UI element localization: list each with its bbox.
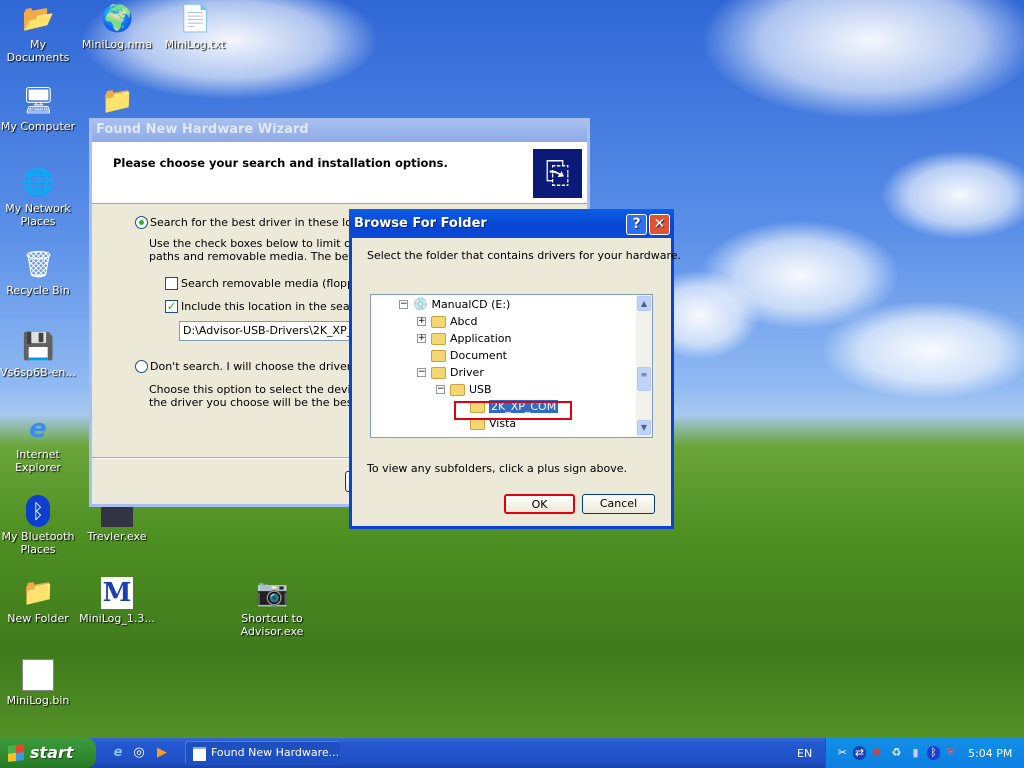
desktop-icon-minilog-installer[interactable]: M MiniLog_1.3... <box>79 577 155 625</box>
scroll-up-arrow-icon[interactable]: ▲ <box>637 296 651 311</box>
media-player-quicklaunch-icon[interactable]: ▶ <box>154 745 170 761</box>
browse-for-folder-dialog: Browse For Folder ? ✕ Select the folder … <box>349 209 681 529</box>
ok-button[interactable]: OK <box>504 494 575 514</box>
desktop-icon-minilog-nma[interactable]: 🌍 MiniLog.nma <box>79 3 155 51</box>
tree-item-abcd[interactable]: + Abcd <box>417 314 478 330</box>
network-icon: 🌐 <box>22 168 55 198</box>
desktop-icon-my-network-places[interactable]: 🌐 My Network Places <box>0 167 76 228</box>
tree-item-application[interactable]: + Application <box>417 331 511 347</box>
help-icon: ? <box>632 216 641 232</box>
my-documents-icon: 📂 <box>22 4 55 34</box>
desktop-icon-minilog-bin[interactable]: ▦ MiniLog.bin <box>0 659 76 707</box>
bin-file-icon: ▦ <box>22 659 54 691</box>
close-button[interactable]: ✕ <box>649 214 670 235</box>
minilog-icon: M <box>101 577 133 609</box>
wizard-heading: Please choose your search and installati… <box>113 156 448 170</box>
wizard-title-bar[interactable]: Found New Hardware Wizard <box>92 118 587 142</box>
camera-icon: 📷 <box>256 578 289 608</box>
desktop-icon-folder[interactable]: 📁 <box>79 85 155 120</box>
disconnected-tray-icon[interactable]: ✖ <box>870 746 883 760</box>
desktop-icon-new-folder[interactable]: 📁 New Folder <box>0 577 76 625</box>
system-tray: ✂ ⇄ ✖ ♻ ▮ ᛒ ⛨ 5:04 PM <box>825 738 1024 768</box>
globe-icon: 🌍 <box>101 4 134 34</box>
hardware-icon: ⎘ <box>533 149 582 198</box>
cd-drive-icon: 💿 <box>413 297 428 311</box>
folder-icon <box>431 316 446 328</box>
ie-icon: e <box>29 414 47 444</box>
folder-icon <box>431 333 446 345</box>
clock[interactable]: 5:04 PM <box>968 747 1012 760</box>
check2-label[interactable]: Include this location in the search: <box>181 300 371 313</box>
dont-search-radio[interactable] <box>135 360 148 373</box>
folder-icon <box>431 350 446 362</box>
desktop-icon-my-bluetooth-places[interactable]: ᛒ My Bluetooth Places <box>0 495 76 556</box>
bluetooth-icon: ᛒ <box>26 495 50 527</box>
exe-icon <box>101 505 133 527</box>
battery-tray-icon[interactable]: ▮ <box>909 746 922 760</box>
search-best-driver-radio[interactable] <box>135 216 148 229</box>
folder-icon <box>431 367 446 379</box>
windows-logo-icon <box>8 744 24 762</box>
browse-title-bar[interactable]: Browse For Folder ? ✕ <box>349 209 674 238</box>
scroll-thumb[interactable]: ≡ <box>637 367 651 391</box>
language-indicator[interactable]: EN <box>797 747 812 760</box>
desktop-icon-my-documents[interactable]: 📂 My Documents <box>0 3 76 64</box>
desktop-icon-vs6sp6b[interactable]: 💾 Vs6sp6B-en... <box>0 331 76 379</box>
expand-icon[interactable]: + <box>417 334 426 343</box>
collapse-icon[interactable]: − <box>417 368 426 377</box>
recycle-bin-icon: 🗑 <box>22 250 56 280</box>
cancel-button[interactable]: Cancel <box>582 494 655 514</box>
ie-quicklaunch-icon[interactable]: e <box>110 745 126 761</box>
start-button[interactable]: start <box>0 738 96 768</box>
highlight-selected-folder <box>454 401 572 420</box>
installer-icon: 💾 <box>22 332 55 362</box>
outlook-quicklaunch-icon[interactable]: ◎ <box>131 745 147 761</box>
browse-instruction: Select the folder that contains drivers … <box>367 249 682 262</box>
folder-icon: 📁 <box>22 578 55 608</box>
taskbar: start e ◎ ▶ Found New Hardware... EN ✂ ⇄… <box>0 738 1024 768</box>
browse-title: Browse For Folder <box>354 216 487 231</box>
network-tray-icon[interactable]: ✂ <box>836 746 849 760</box>
tree-item-document[interactable]: Document <box>431 348 507 364</box>
wizard-header: Please choose your search and installati… <box>92 142 587 204</box>
folder-icon: 📁 <box>101 86 134 116</box>
connection-tray-icon[interactable]: ⇄ <box>853 746 866 760</box>
close-icon: ✕ <box>653 216 666 232</box>
text-file-icon: 📄 <box>179 4 212 34</box>
security-shield-icon[interactable]: ⛨ <box>944 746 957 760</box>
include-location-checkbox[interactable]: ✓ <box>165 300 178 313</box>
tree-scrollbar[interactable]: ▲ ≡ ▼ <box>636 295 652 437</box>
desktop-icon-recycle-bin[interactable]: 🗑 Recycle Bin <box>0 249 76 297</box>
desktop-icon-my-computer[interactable]: 🖥 My Computer <box>0 85 76 133</box>
help-button[interactable]: ? <box>626 214 647 235</box>
expand-icon[interactable]: + <box>417 317 426 326</box>
update-tray-icon[interactable]: ♻ <box>890 746 903 760</box>
taskbar-button-found-new-hardware[interactable]: Found New Hardware... <box>185 741 340 765</box>
desktop-icon-internet-explorer[interactable]: e Internet Explorer <box>0 413 76 474</box>
search-removable-media-checkbox[interactable] <box>165 277 178 290</box>
wizard-title: Found New Hardware Wizard <box>96 122 309 137</box>
my-computer-icon: 🖥 <box>22 86 56 116</box>
scroll-down-arrow-icon[interactable]: ▼ <box>637 420 651 435</box>
tree-item-manualcd[interactable]: − 💿 ManualCD (E:) <box>399 297 510 313</box>
folder-icon <box>450 384 465 396</box>
browse-hint: To view any subfolders, click a plus sig… <box>367 462 627 475</box>
bluetooth-tray-icon[interactable]: ᛒ <box>927 746 940 760</box>
tree-item-driver[interactable]: − Driver <box>417 365 484 381</box>
collapse-icon[interactable]: − <box>436 385 445 394</box>
desktop-icon-shortcut-advisor[interactable]: 📷 Shortcut to Advisor.exe <box>234 577 310 638</box>
collapse-icon[interactable]: − <box>399 300 408 309</box>
desktop-icon-minilog-txt[interactable]: 📄 MiniLog.txt <box>157 3 233 51</box>
tree-item-usb[interactable]: − USB <box>436 382 492 398</box>
